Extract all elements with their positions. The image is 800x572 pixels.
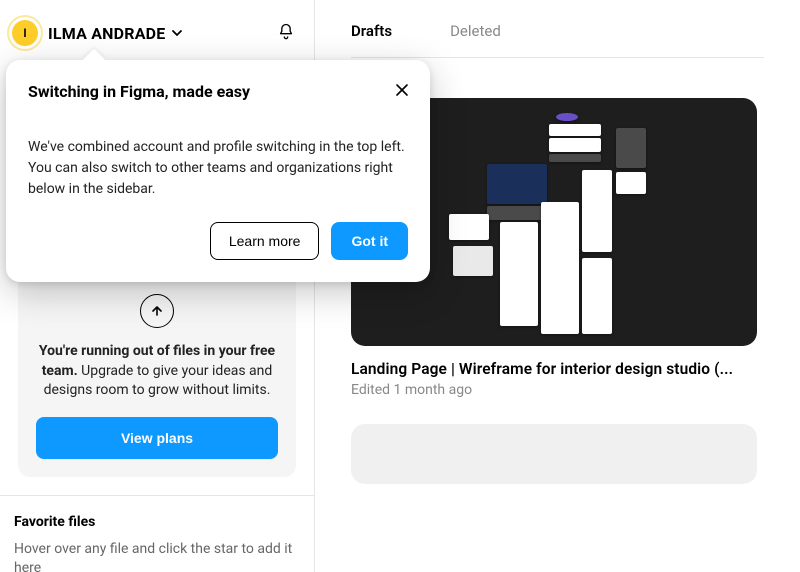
tab-drafts[interactable]: Drafts bbox=[351, 22, 392, 56]
close-icon bbox=[394, 82, 410, 98]
account-header[interactable]: I ILMA ANDRADE bbox=[0, 0, 314, 64]
upgrade-card: You're running out of files in your free… bbox=[18, 272, 296, 477]
popover-body: We've combined account and profile switc… bbox=[28, 137, 408, 200]
view-plans-button[interactable]: View plans bbox=[36, 417, 278, 459]
bell-icon bbox=[276, 22, 296, 42]
favorites-section: Favorite files Hover over any file and c… bbox=[0, 495, 314, 572]
learn-more-button[interactable]: Learn more bbox=[210, 222, 320, 260]
tab-deleted[interactable]: Deleted bbox=[450, 22, 501, 56]
avatar: I bbox=[12, 20, 38, 46]
favorites-hint: Hover over any file and click the star t… bbox=[14, 540, 300, 572]
chevron-down-icon bbox=[171, 24, 183, 43]
file-meta: Edited 1 month ago bbox=[351, 382, 764, 398]
favorites-title: Favorite files bbox=[14, 514, 300, 530]
onboarding-popover: Switching in Figma, made easy We've comb… bbox=[6, 60, 430, 282]
user-name: ILMA ANDRADE bbox=[48, 24, 165, 43]
file-card-placeholder[interactable] bbox=[351, 424, 757, 484]
notifications-button[interactable] bbox=[272, 18, 300, 49]
got-it-button[interactable]: Got it bbox=[331, 222, 408, 260]
popover-title: Switching in Figma, made easy bbox=[28, 82, 408, 101]
upgrade-text: You're running out of files in your free… bbox=[36, 342, 278, 401]
tabs: Drafts Deleted bbox=[351, 22, 764, 58]
upload-icon bbox=[140, 294, 174, 328]
file-title: Landing Page | Wireframe for interior de… bbox=[351, 360, 764, 378]
close-button[interactable] bbox=[390, 78, 414, 105]
